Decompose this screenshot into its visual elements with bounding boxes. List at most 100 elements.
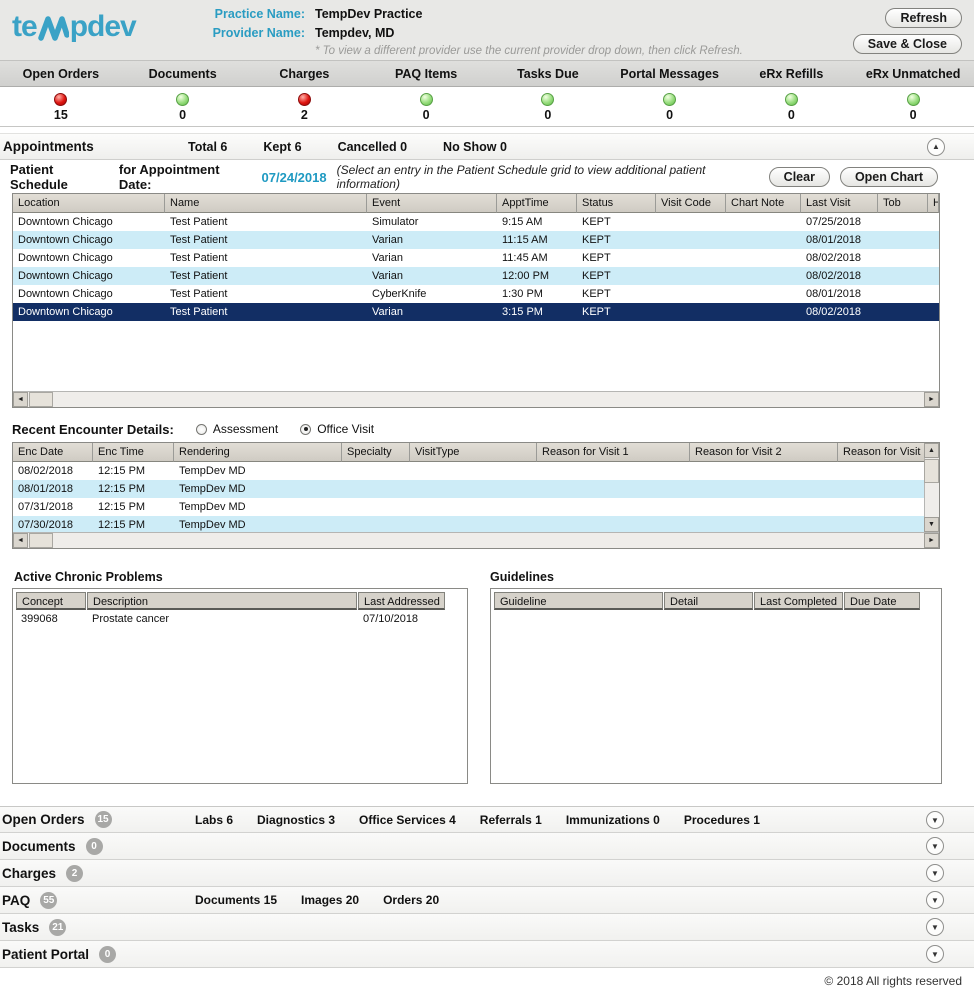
- column-header-guideline[interactable]: Guideline: [494, 592, 663, 610]
- status-count: 0: [365, 108, 487, 122]
- column-header-description[interactable]: Description: [87, 592, 357, 610]
- column-header-due-date[interactable]: Due Date: [844, 592, 920, 610]
- accordion-title: PAQ: [2, 893, 30, 908]
- provider-name-value[interactable]: Tempdev, MD: [315, 26, 394, 40]
- accordion-stat-procedures: Procedures 1: [684, 813, 760, 827]
- patient-schedule-header: Patient Schedule for Appointment Date: 0…: [0, 162, 974, 192]
- status-label-erx-unmatched: eRx Unmatched: [852, 67, 974, 81]
- expand-charges-button[interactable]: ▼: [926, 864, 944, 882]
- column-header-name[interactable]: Name: [165, 194, 367, 213]
- column-header-status[interactable]: Status: [577, 194, 656, 213]
- expand-documents-button[interactable]: ▼: [926, 837, 944, 855]
- appointments-stat-no-show: No Show 0: [443, 140, 507, 154]
- scroll-thumb[interactable]: [29, 533, 53, 548]
- accordion-stats: Labs 6Diagnostics 3Office Services 4Refe…: [195, 813, 760, 827]
- scroll-up-icon[interactable]: ▲: [924, 443, 939, 458]
- open-chart-button[interactable]: Open Chart: [840, 167, 938, 187]
- table-row[interactable]: 399068Prostate cancer07/10/2018: [16, 610, 464, 628]
- cell: 9:15 AM: [497, 213, 577, 231]
- scroll-right-icon[interactable]: ►: [924, 533, 939, 548]
- table-row[interactable]: Downtown ChicagoTest PatientSimulator9:1…: [13, 213, 939, 231]
- table-row[interactable]: Downtown ChicagoTest PatientCyberKnife1:…: [13, 285, 939, 303]
- cell: Downtown Chicago: [13, 213, 165, 231]
- column-header-ht[interactable]: HT: [928, 194, 939, 213]
- column-header-last-visit[interactable]: Last Visit: [801, 194, 878, 213]
- expand-patient-portal-button[interactable]: ▼: [926, 945, 944, 963]
- cell: [726, 213, 801, 231]
- assessment-radio[interactable]: [196, 424, 207, 435]
- table-row[interactable]: 08/02/201812:15 PMTempDev MD: [13, 462, 926, 480]
- appointment-date-label: for Appointment Date:: [119, 162, 255, 192]
- scroll-left-icon[interactable]: ◄: [13, 533, 28, 548]
- appointment-date-value[interactable]: 07/24/2018: [262, 170, 327, 185]
- column-header-chart-note[interactable]: Chart Note: [726, 194, 801, 213]
- scroll-right-icon[interactable]: ►: [924, 392, 939, 407]
- cell: Downtown Chicago: [13, 267, 165, 285]
- table-row[interactable]: Downtown ChicagoTest PatientVarian11:45 …: [13, 249, 939, 267]
- column-header-reason-for-visit-2[interactable]: Reason for Visit 2: [690, 443, 838, 462]
- column-header-specialty[interactable]: Specialty: [342, 443, 410, 462]
- cell: KEPT: [577, 213, 656, 231]
- patient-schedule-grid: LocationNameEventApptTimeStatusVisit Cod…: [12, 193, 940, 408]
- table-row[interactable]: 07/31/201812:15 PMTempDev MD: [13, 498, 926, 516]
- expand-open-orders-button[interactable]: ▼: [926, 811, 944, 829]
- table-row[interactable]: Downtown ChicagoTest PatientVarian11:15 …: [13, 231, 939, 249]
- assessment-radio-label[interactable]: Assessment: [213, 422, 278, 436]
- encounter-vertical-scrollbar[interactable]: ▲ ▼: [924, 443, 939, 532]
- column-header-detail[interactable]: Detail: [664, 592, 753, 610]
- encounter-horizontal-scrollbar[interactable]: ◄ ►: [13, 532, 939, 548]
- column-header-tob[interactable]: Tob: [878, 194, 928, 213]
- encounter-header-row: Enc DateEnc TimeRenderingSpecialtyVisitT…: [13, 443, 926, 462]
- column-header-enc-date[interactable]: Enc Date: [13, 443, 93, 462]
- save-close-button[interactable]: Save & Close: [853, 34, 962, 54]
- cell: [726, 303, 801, 321]
- cell: Varian: [367, 303, 497, 321]
- cell: 07/31/2018: [13, 498, 93, 516]
- schedule-horizontal-scrollbar[interactable]: ◄ ►: [13, 391, 939, 407]
- column-header-reason-for-visit-3[interactable]: Reason for Visit 3: [838, 443, 926, 462]
- column-header-last-addressed[interactable]: Last Addressed: [358, 592, 445, 610]
- refresh-button[interactable]: Refresh: [885, 8, 962, 28]
- status-cell-open-orders: 15: [0, 88, 122, 126]
- column-header-visittype[interactable]: VisitType: [410, 443, 537, 462]
- cell: Test Patient: [165, 249, 367, 267]
- green-status-light-icon: [907, 93, 920, 106]
- active-chronic-problems-title: Active Chronic Problems: [14, 570, 163, 584]
- table-row[interactable]: Downtown ChicagoTest PatientVarian12:00 …: [13, 267, 939, 285]
- expand-paq-button[interactable]: ▼: [926, 891, 944, 909]
- column-header-appttime[interactable]: ApptTime: [497, 194, 577, 213]
- clear-button[interactable]: Clear: [769, 167, 830, 187]
- column-header-enc-time[interactable]: Enc Time: [93, 443, 174, 462]
- expand-tasks-button[interactable]: ▼: [926, 918, 944, 936]
- column-header-last-completed[interactable]: Last Completed: [754, 592, 843, 610]
- cell: [690, 480, 838, 498]
- cell: [878, 213, 928, 231]
- logo-text-post: pdev: [70, 10, 136, 44]
- appointments-stat-total: Total 6: [188, 140, 227, 154]
- table-row[interactable]: 08/01/201812:15 PMTempDev MD: [13, 480, 926, 498]
- status-label-documents: Documents: [122, 67, 244, 81]
- scroll-thumb[interactable]: [29, 392, 53, 407]
- column-header-event[interactable]: Event: [367, 194, 497, 213]
- status-count: 0: [122, 108, 244, 122]
- guidelines-title: Guidelines: [490, 570, 554, 584]
- status-cell-documents: 0: [122, 88, 244, 126]
- cell: 08/01/2018: [13, 480, 93, 498]
- scroll-down-icon[interactable]: ▼: [924, 517, 939, 532]
- column-header-visit-code[interactable]: Visit Code: [656, 194, 726, 213]
- column-header-reason-for-visit-1[interactable]: Reason for Visit 1: [537, 443, 690, 462]
- office-visit-radio[interactable]: [300, 424, 311, 435]
- scroll-left-icon[interactable]: ◄: [13, 392, 28, 407]
- green-status-light-icon: [176, 93, 189, 106]
- table-row[interactable]: Downtown ChicagoTest PatientVarian3:15 P…: [13, 303, 939, 321]
- cell: Test Patient: [165, 285, 367, 303]
- accordion-paq: PAQ55Documents 15Images 20Orders 20▼: [0, 887, 974, 914]
- column-header-location[interactable]: Location: [13, 194, 165, 213]
- cell: Downtown Chicago: [13, 231, 165, 249]
- collapse-appointments-button[interactable]: ▲: [927, 138, 945, 156]
- cell: [838, 462, 926, 480]
- column-header-concept[interactable]: Concept: [16, 592, 86, 610]
- scroll-thumb[interactable]: [924, 459, 939, 483]
- column-header-rendering[interactable]: Rendering: [174, 443, 342, 462]
- office-visit-radio-label[interactable]: Office Visit: [317, 422, 374, 436]
